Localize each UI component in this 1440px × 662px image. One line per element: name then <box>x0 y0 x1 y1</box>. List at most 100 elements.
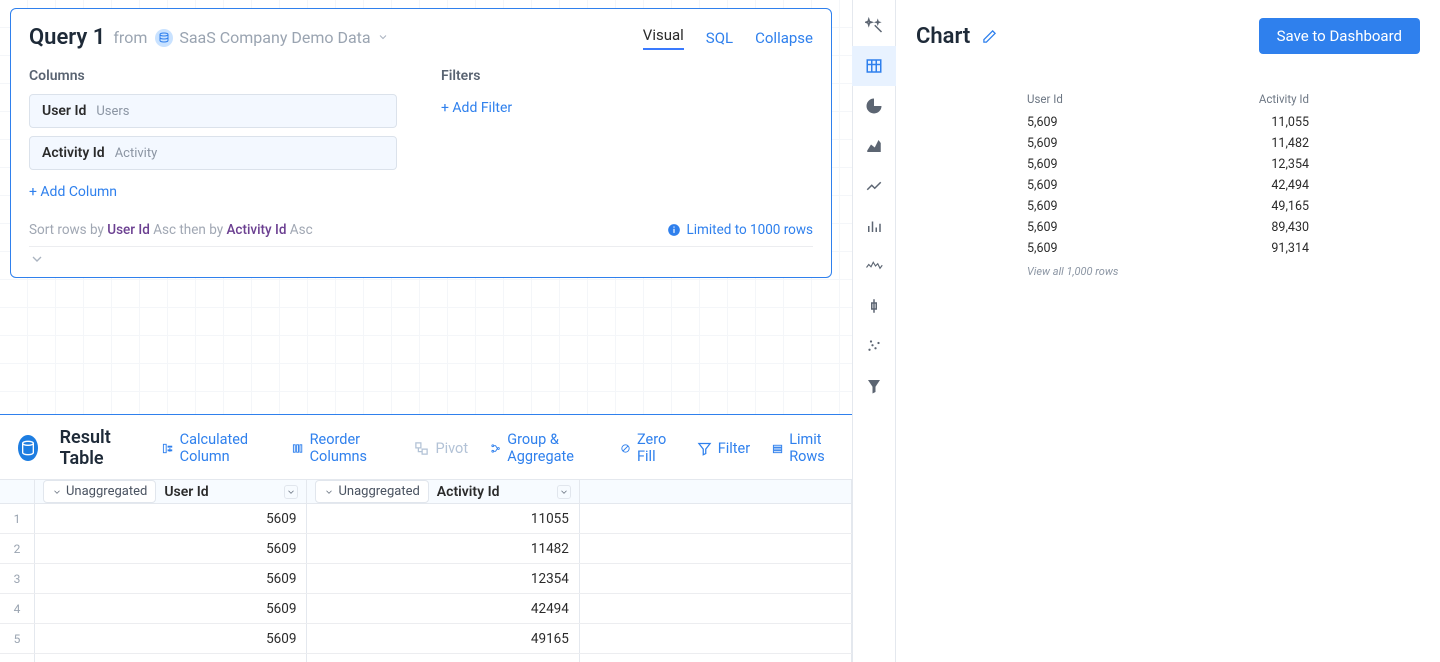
button-label: Zero Fill <box>637 431 675 465</box>
column-menu-button[interactable] <box>557 485 571 499</box>
vis-candlestick-icon[interactable] <box>852 286 896 326</box>
database-icon <box>155 29 173 47</box>
vis-bar-icon[interactable] <box>852 206 896 246</box>
button-label: Reorder Columns <box>310 431 393 465</box>
cell-user-id: 5609 <box>35 534 307 563</box>
mini-table-row: 5,60942,494 <box>1023 175 1313 196</box>
expand-card-button[interactable] <box>29 247 813 273</box>
column-name: User Id <box>164 484 208 500</box>
cell-activity-id: 11482 <box>307 534 579 563</box>
table-row[interactable]: 2560911482 <box>0 534 852 564</box>
aggregation-label: Unaggregated <box>66 484 147 499</box>
aggregation-dropdown[interactable]: Unaggregated <box>315 480 428 503</box>
table-row[interactable]: 4560942494 <box>0 594 852 624</box>
cell-user-id: 5609 <box>35 504 307 533</box>
group-aggregate-button[interactable]: Group & Aggregate <box>490 431 598 465</box>
from-label: from <box>113 28 147 47</box>
save-to-dashboard-button[interactable]: Save to Dashboard <box>1259 18 1420 54</box>
column-table: Activity <box>115 146 158 161</box>
result-logo-icon <box>18 435 38 461</box>
result-title: Result Table <box>60 427 135 469</box>
view-all-rows-link[interactable]: View all 1,000 rows <box>1023 259 1313 278</box>
visualization-rail <box>852 0 896 662</box>
tab-visual[interactable]: Visual <box>643 26 684 50</box>
vis-table-icon[interactable] <box>852 46 896 86</box>
table-row[interactable]: 3560912354 <box>0 564 852 594</box>
info-icon <box>667 223 681 237</box>
collapse-button[interactable]: Collapse <box>755 29 813 47</box>
button-label: Filter <box>718 440 750 457</box>
row-number: 1 <box>0 504 35 533</box>
datasource-picker[interactable]: SaaS Company Demo Data <box>155 28 388 47</box>
calculated-column-button[interactable]: Calculated Column <box>162 431 270 465</box>
mini-table-row: 5,60991,314 <box>1023 238 1313 259</box>
cell-user-id: 5609 <box>35 594 307 623</box>
pivot-button[interactable]: Pivot <box>414 440 468 457</box>
row-number: 4 <box>0 594 35 623</box>
cell-activity-id: 11055 <box>307 504 579 533</box>
sort-col-1: User Id <box>107 222 150 238</box>
table-row[interactable]: 6560989430 <box>0 654 852 662</box>
mini-table-row: 5,60989,430 <box>1023 217 1313 238</box>
query-title[interactable]: Query 1 <box>29 25 105 50</box>
cell-activity-id: 12354 <box>307 564 579 593</box>
column-name: Activity Id <box>42 145 105 161</box>
sort-description[interactable]: Sort rows by User Id Asc then by Activit… <box>29 222 313 238</box>
mini-table-row: 5,60911,055 <box>1023 112 1313 133</box>
vis-funnel-icon[interactable] <box>852 366 896 406</box>
vis-area-icon[interactable] <box>852 126 896 166</box>
columns-heading: Columns <box>29 68 401 84</box>
sort-col-2: Activity Id <box>226 222 286 238</box>
mini-table-row: 5,60911,482 <box>1023 133 1313 154</box>
chevron-down-icon <box>377 31 389 43</box>
query-card: Query 1 from SaaS Company Demo Data <box>10 8 832 278</box>
column-name: Activity Id <box>437 484 500 500</box>
cell-user-id: 5609 <box>35 624 307 653</box>
sort-dir-1: Asc <box>153 222 176 238</box>
row-limit-note[interactable]: Limited to 1000 rows <box>667 222 814 238</box>
vis-spark-icon[interactable] <box>852 246 896 286</box>
add-column-button[interactable]: + Add Column <box>29 184 117 200</box>
vis-line-icon[interactable] <box>852 166 896 206</box>
aggregation-label: Unaggregated <box>338 484 419 499</box>
filters-heading: Filters <box>441 68 813 84</box>
vis-scatter-icon[interactable] <box>852 326 896 366</box>
mini-col-a: User Id <box>1027 92 1063 106</box>
row-number: 6 <box>0 654 35 662</box>
column-table: Users <box>96 104 129 119</box>
reorder-columns-button[interactable]: Reorder Columns <box>292 431 392 465</box>
add-filter-button[interactable]: + Add Filter <box>441 100 512 116</box>
button-label: Limit Rows <box>789 431 842 465</box>
aggregation-dropdown[interactable]: Unaggregated <box>43 480 156 503</box>
chart-preview-table: User Id Activity Id 5,60911,0555,60911,4… <box>1023 92 1313 278</box>
tab-sql[interactable]: SQL <box>706 29 733 47</box>
mini-table-row: 5,60912,354 <box>1023 154 1313 175</box>
table-row[interactable]: 1560911055 <box>0 504 852 534</box>
button-label: Pivot <box>435 440 468 457</box>
mini-col-b: Activity Id <box>1259 92 1309 106</box>
cell-activity-id: 89430 <box>307 654 579 662</box>
vis-pie-icon[interactable] <box>852 86 896 126</box>
table-row[interactable]: 5560949165 <box>0 624 852 654</box>
column-header[interactable]: Unaggregated User Id <box>35 480 307 503</box>
column-header[interactable]: Unaggregated Activity Id <box>307 480 579 503</box>
button-label: Group & Aggregate <box>507 431 598 465</box>
column-menu-button[interactable] <box>284 485 298 499</box>
mini-table-row: 5,60949,165 <box>1023 196 1313 217</box>
chart-title[interactable]: Chart <box>916 24 970 49</box>
column-chip[interactable]: User Id Users <box>29 94 397 128</box>
limit-rows-button[interactable]: Limit Rows <box>772 431 842 465</box>
edit-chart-icon[interactable] <box>982 29 997 44</box>
result-grid: Unaggregated User Id Unaggregated Activi… <box>0 479 852 662</box>
row-limit-text: Limited to 1000 rows <box>687 222 814 238</box>
vis-magic-icon[interactable] <box>852 6 896 46</box>
button-label: Calculated Column <box>180 431 271 465</box>
cell-activity-id: 42494 <box>307 594 579 623</box>
row-number: 2 <box>0 534 35 563</box>
sort-then-by: then by <box>179 222 223 238</box>
zero-fill-button[interactable]: Zero Fill <box>620 431 675 465</box>
cell-user-id: 5609 <box>35 564 307 593</box>
filter-button[interactable]: Filter <box>697 440 750 457</box>
column-chip[interactable]: Activity Id Activity <box>29 136 397 170</box>
column-name: User Id <box>42 103 86 119</box>
